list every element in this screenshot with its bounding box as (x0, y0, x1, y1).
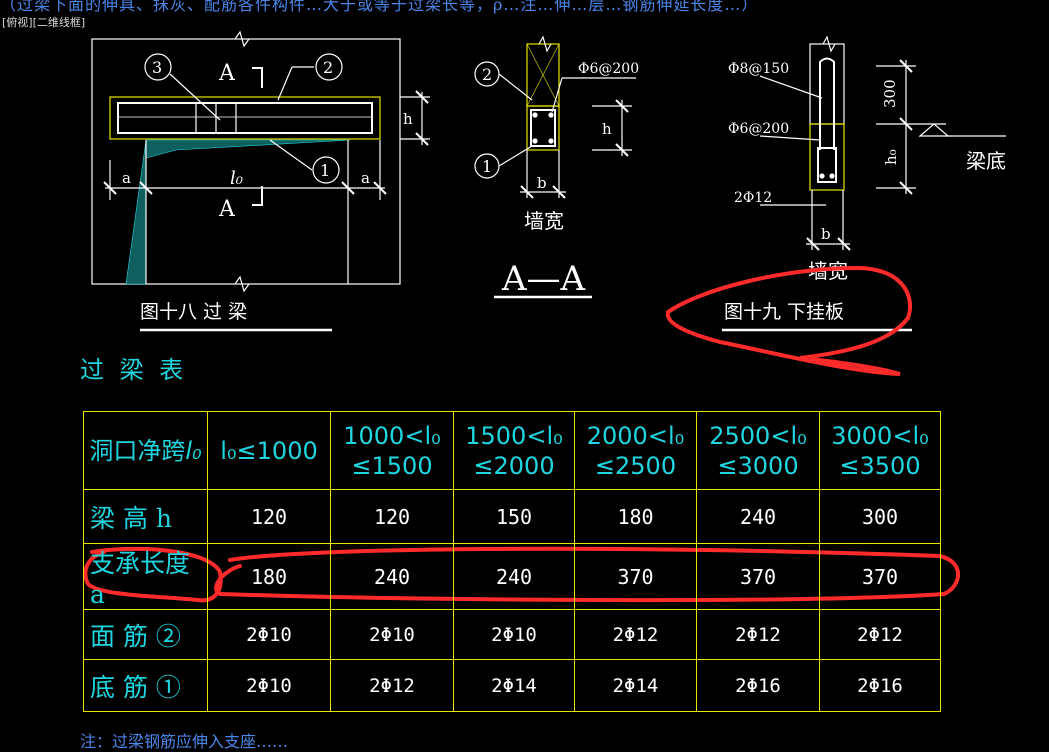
section-dim-b: b (537, 174, 547, 192)
table-cell: 2Φ14 (453, 659, 575, 712)
section-aa-title: A—A (501, 259, 586, 299)
section-callout-2: 2 (482, 65, 492, 84)
table-cell: 370 (696, 543, 820, 610)
table-cell: 120 (207, 489, 331, 544)
fig19-rebar-bottom: 2Φ12 (734, 190, 772, 206)
row-label: 支承长度 a (83, 543, 208, 610)
header-cell-6: 3000<l₀ ≤3500 (819, 411, 941, 490)
table-cell: 180 (207, 543, 331, 610)
table-cell: 180 (574, 489, 697, 544)
figure18-title: 图十八 过 梁 (140, 301, 247, 323)
table-row-beam-height: 梁 高 h 120 120 150 180 240 300 (83, 489, 941, 544)
table-row-top-rebar: 面 筋 ② 2Φ10 2Φ10 2Φ10 2Φ12 2Φ12 2Φ12 (83, 609, 941, 660)
table-cell: 2Φ12 (819, 609, 941, 660)
table-cell: 2Φ10 (207, 659, 331, 712)
wall-hatch-top (145, 139, 351, 159)
header-cell-1: l₀≤1000 (207, 411, 331, 490)
fig19-dim-b: b (821, 225, 831, 243)
table-cell: 2Φ10 (453, 609, 575, 660)
figure18-drawing (91, 30, 430, 332)
table-row-bearing-length: 支承长度 a 180 240 240 370 370 370 (83, 543, 941, 610)
table-cell: 370 (574, 543, 697, 610)
table-cell: 300 (819, 489, 941, 544)
table-cell: 2Φ12 (696, 609, 820, 660)
table-cell: 120 (330, 489, 454, 544)
header-cell-3: 1500<l₀ ≤2000 (453, 411, 575, 490)
table-cell: 2Φ10 (207, 609, 331, 660)
beam-rebar (117, 102, 373, 134)
header-cell-span: 洞口净跨l₀ (83, 411, 208, 490)
table-title: 过 梁 表 (80, 356, 187, 384)
fig19-rebar-top: Φ8@150 (728, 61, 789, 77)
fig18-dim-h: h (403, 110, 413, 128)
callout-2-label: 2 (323, 58, 333, 77)
bottom-cut-note: 注：过梁钢筋应伸入支座…… (80, 732, 289, 751)
fig18-dim-l0: l₀ (230, 168, 243, 189)
hanging-board-beam (809, 123, 845, 191)
table-cell: 2Φ12 (330, 659, 454, 712)
row-label: 梁 高 h (83, 489, 208, 544)
table-cell: 2Φ12 (574, 609, 697, 660)
hanging-board-top (809, 43, 845, 125)
table-cell: 240 (453, 543, 575, 610)
row-label: 面 筋 ② (83, 609, 208, 660)
section-mark-bottom: A (218, 197, 236, 222)
header-cell-4: 2000<l₀ ≤2500 (574, 411, 697, 490)
callout-1-label: 1 (320, 161, 330, 180)
table-header-row: 洞口净跨l₀ l₀≤1000 1000<l₀ ≤1500 1500<l₀ ≤20… (83, 411, 941, 490)
table-cell: 370 (819, 543, 941, 610)
table-cell: 150 (453, 489, 575, 544)
table-row-bottom-rebar: 底 筋 ① 2Φ10 2Φ12 2Φ14 2Φ14 2Φ16 2Φ16 (83, 659, 941, 712)
table-cell: 240 (330, 543, 454, 610)
table-cell: 240 (696, 489, 820, 544)
fig19-dim-300: 300 (881, 79, 899, 108)
table-cell: 2Φ14 (574, 659, 697, 712)
wall-hatch-left (125, 139, 147, 285)
section-callout-1: 1 (482, 157, 492, 176)
fig19-beam-bottom: 梁底 (966, 149, 1006, 173)
section-rebar-label: Φ6@200 (578, 61, 639, 77)
row-label: 底 筋 ① (83, 659, 208, 712)
figure19-title: 图十九 下挂板 (724, 301, 844, 323)
table-cell: 2Φ16 (696, 659, 820, 712)
section-wall-width: 墙宽 (524, 209, 564, 233)
table-cell: 2Φ16 (819, 659, 941, 712)
figure19-drawing (722, 35, 1006, 332)
fig18-dim-a-right: a (361, 169, 370, 187)
lintel-table: 洞口净跨l₀ l₀≤1000 1000<l₀ ≤1500 1500<l₀ ≤20… (83, 411, 941, 712)
callout-3-label: 3 (152, 58, 162, 77)
section-dim-h: h (602, 120, 612, 138)
header-cell-5: 2500<l₀ ≤3000 (696, 411, 820, 490)
fig19-rebar-mid: Φ6@200 (728, 121, 789, 137)
section-mark-top: A (218, 61, 236, 86)
header-cell-2: 1000<l₀ ≤1500 (330, 411, 454, 490)
fig19-dim-h0: h₀ (882, 149, 900, 165)
beam-bottom-symbol (918, 123, 950, 137)
table-cell: 2Φ10 (330, 609, 454, 660)
fig18-dim-a-left: a (122, 169, 131, 187)
